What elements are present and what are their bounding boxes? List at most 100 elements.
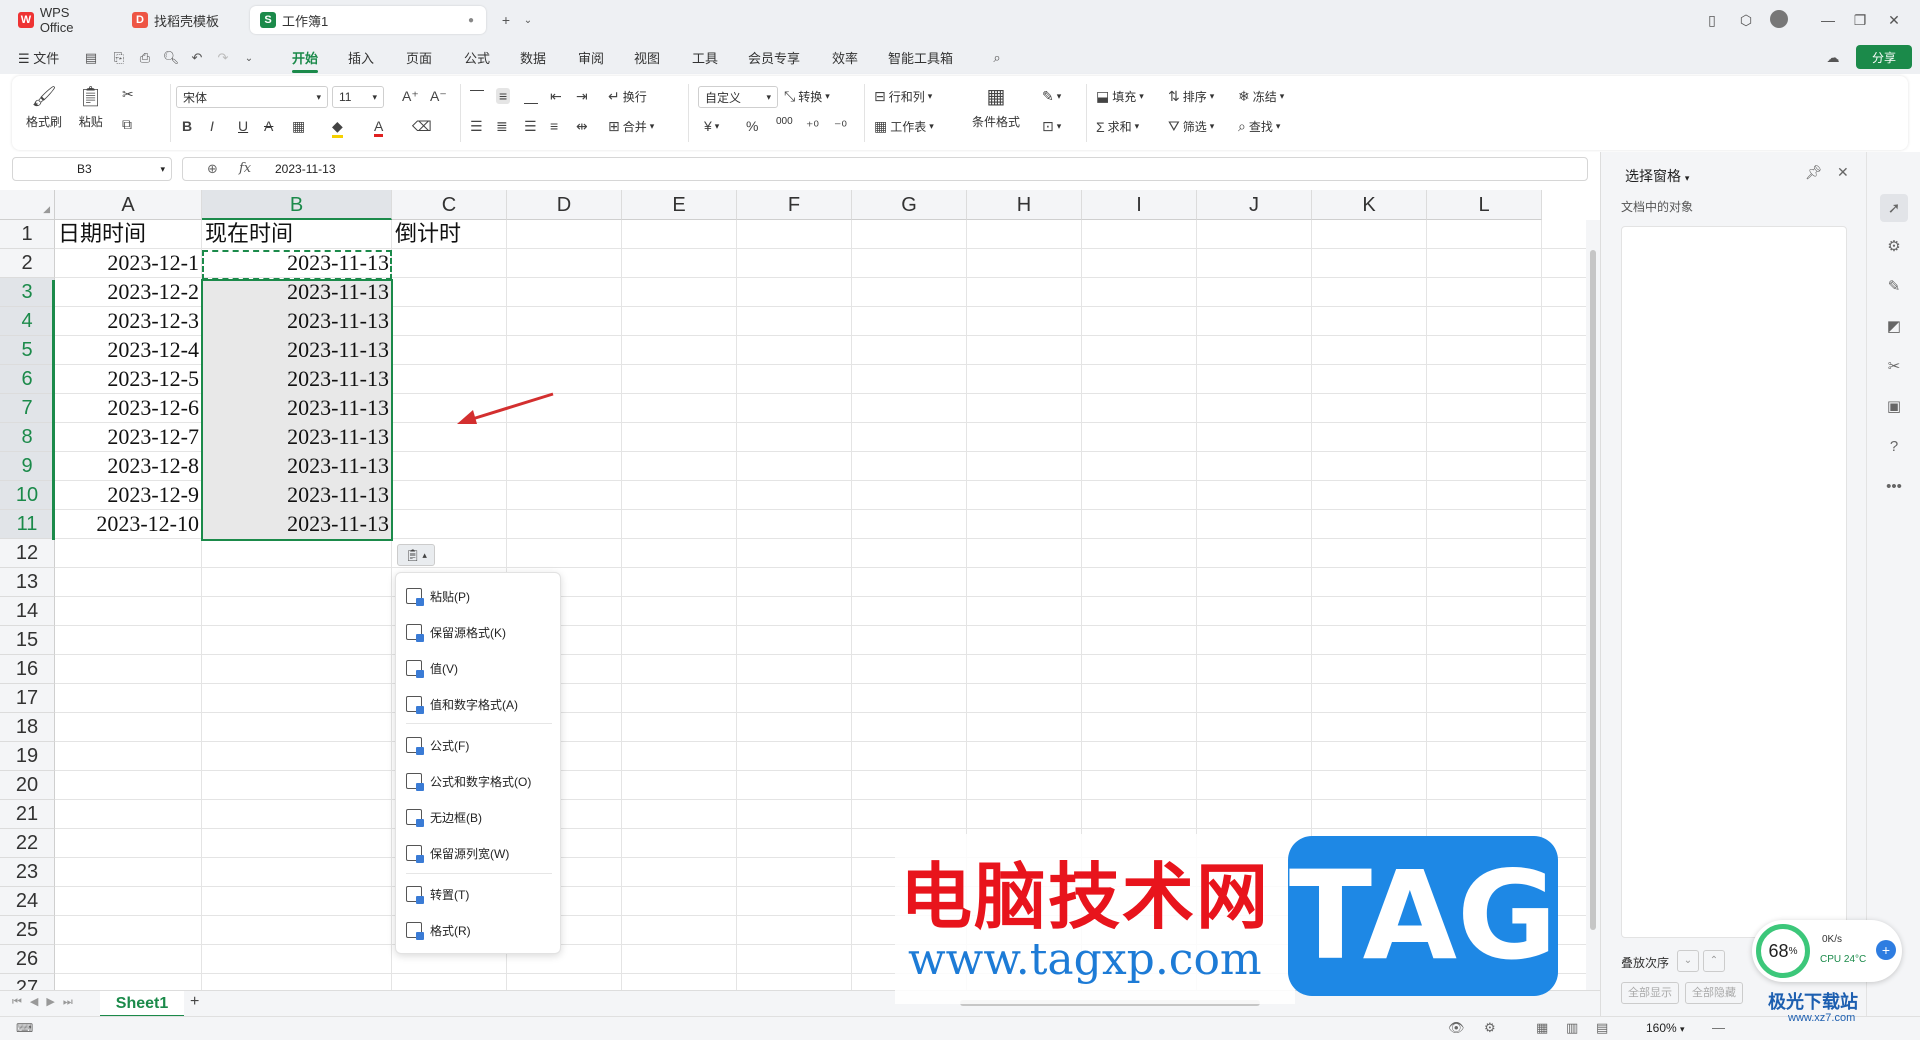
column-header-b[interactable]: B [202, 190, 392, 220]
normal-view-icon[interactable]: ▦ [1536, 1020, 1548, 1036]
menu-smart-toolbox[interactable]: 智能工具箱 [888, 48, 953, 67]
name-box[interactable]: B3 ▾ [12, 157, 172, 181]
zoom-formula-icon[interactable]: ⊕ [207, 161, 218, 177]
sheet-tab-sheet1[interactable]: Sheet1 [100, 991, 184, 1017]
menu-insert[interactable]: 插入 [348, 48, 374, 67]
tab-docer[interactable]: D 找稻壳模板 [122, 6, 246, 34]
number-format-select[interactable]: 自定义 ▾ [698, 86, 778, 108]
chevron-down-icon[interactable]: ⌄ [518, 10, 538, 30]
row-header-23[interactable]: 23 [0, 858, 55, 887]
cell-b2[interactable]: 2023-11-13 [205, 249, 389, 278]
format-painter-button[interactable]: 🖌︎ 格式刷 [26, 84, 62, 130]
align-top-icon[interactable]: ⎺ [470, 88, 484, 105]
cell-a6[interactable]: 2023-12-5 [58, 365, 199, 394]
cell-b7[interactable]: 2023-11-13 [205, 394, 389, 423]
cell-b5[interactable]: 2023-11-13 [205, 336, 389, 365]
row-header-25[interactable]: 25 [0, 916, 55, 945]
row-header-22[interactable]: 22 [0, 829, 55, 858]
row-header-20[interactable]: 20 [0, 771, 55, 800]
vertical-scrollbar[interactable] [1586, 220, 1600, 990]
settings-icon[interactable]: ⚙ [1484, 1020, 1496, 1036]
align-left-icon[interactable]: ☰ [470, 118, 483, 135]
row-header-1[interactable]: 1 [0, 220, 55, 249]
tab-wps-office[interactable]: W WPS Office [8, 5, 116, 35]
column-header-a[interactable]: A [55, 190, 202, 220]
column-header-h[interactable]: H [967, 190, 1082, 220]
cell-a9[interactable]: 2023-12-8 [58, 452, 199, 481]
row-header-13[interactable]: 13 [0, 568, 55, 597]
share-button[interactable]: 分享 [1856, 45, 1912, 69]
row-header-12[interactable]: 12 [0, 539, 55, 568]
sum-button[interactable]: Σ 求和 ▾ [1096, 118, 1139, 135]
menu-efficiency[interactable]: 效率 [832, 48, 858, 67]
cell-c1[interactable]: 倒计时 [395, 220, 504, 249]
align-right-icon[interactable]: ☰ [524, 118, 537, 135]
cell-b8[interactable]: 2023-11-13 [205, 423, 389, 452]
eye-icon[interactable]: 👁︎ [1448, 1020, 1465, 1036]
minimize-icon[interactable]: — [1818, 10, 1838, 30]
paste-item-values-number-format[interactable]: 值和数字格式(A) [406, 691, 518, 717]
conditional-format-button[interactable]: ▦ 条件格式 [972, 84, 1020, 130]
save-icon[interactable]: ▤ [82, 49, 100, 67]
page-break-icon[interactable]: ▤ [1596, 1020, 1608, 1036]
zoom-level[interactable]: 160% ▾ [1646, 1021, 1685, 1035]
rows-cols-button[interactable]: ⊟ 行和列 ▾ [874, 88, 932, 105]
cell-a8[interactable]: 2023-12-7 [58, 423, 199, 452]
cell-a4[interactable]: 2023-12-3 [58, 307, 199, 336]
filter-button[interactable]: ⛛ 筛选 ▾ [1168, 118, 1214, 135]
justify-icon[interactable]: ≡ [550, 118, 558, 134]
cell-a2[interactable]: 2023-12-1 [58, 249, 199, 278]
new-tab-icon[interactable]: + [496, 10, 516, 30]
row-header-14[interactable]: 14 [0, 597, 55, 626]
help-icon[interactable]: ? [1884, 436, 1904, 456]
cell-a10[interactable]: 2023-12-9 [58, 481, 199, 510]
move-down-icon[interactable]: ⌄ [1677, 950, 1699, 972]
align-center-icon[interactable]: ≣ [496, 118, 508, 135]
decimal-decrease-icon[interactable]: ⁻⁰ [834, 118, 847, 135]
row-header-27[interactable]: 27 [0, 974, 55, 990]
file-menu[interactable]: ☰ 文件 [18, 48, 59, 67]
book-icon[interactable]: ▣ [1884, 396, 1904, 416]
cloud-icon[interactable]: ☁ [1824, 49, 1842, 67]
undo-icon[interactable]: ↶ [188, 49, 206, 67]
row-header-15[interactable]: 15 [0, 626, 55, 655]
tab-workbook1[interactable]: S 工作簿1 ● [250, 6, 486, 34]
page-layout-icon[interactable]: ▥ [1566, 1020, 1578, 1036]
underline-icon[interactable]: U [238, 118, 248, 134]
cell-a1[interactable]: 日期时间 [58, 220, 199, 249]
column-header-l[interactable]: L [1427, 190, 1542, 220]
cell-style-icon[interactable]: ✎ ▾ [1042, 88, 1061, 105]
bold-icon[interactable]: B [182, 118, 192, 134]
formula-input[interactable]: ⊕ fx 2023-11-13 [182, 157, 1588, 181]
close-icon[interactable]: ✕ [1837, 164, 1849, 181]
paste-options-button[interactable]: 📋︎ ▴ [397, 544, 435, 566]
select-all-corner[interactable]: ◢ [0, 190, 55, 220]
font-family-select[interactable]: 宋体 ▾ [176, 86, 328, 108]
cell-b11[interactable]: 2023-11-13 [205, 510, 389, 539]
menu-tools[interactable]: 工具 [692, 48, 718, 67]
column-header-d[interactable]: D [507, 190, 622, 220]
add-sheet-icon[interactable]: + [190, 993, 199, 1011]
menu-view[interactable]: 视图 [634, 48, 660, 67]
indent-decrease-icon[interactable]: ⇤ [550, 88, 562, 105]
menu-page[interactable]: 页面 [406, 48, 432, 67]
paste-item-formulas[interactable]: 公式(F) [406, 732, 469, 758]
border-icon[interactable]: ▦ [292, 118, 305, 135]
chevron-down-icon[interactable]: ⌄ [240, 49, 258, 67]
paste-item-keep-column-width[interactable]: 保留源列宽(W) [406, 840, 509, 866]
menu-review[interactable]: 审阅 [578, 48, 604, 67]
hide-all-button[interactable]: 全部隐藏 [1685, 982, 1743, 1004]
cell-a7[interactable]: 2023-12-6 [58, 394, 199, 423]
row-header-24[interactable]: 24 [0, 887, 55, 916]
clear-icon[interactable]: ⌫ [412, 118, 432, 135]
font-color-icon[interactable]: A [374, 118, 384, 137]
paste-item-values[interactable]: 值(V) [406, 655, 458, 681]
indent-increase-icon[interactable]: ⇥ [576, 88, 588, 105]
cell-b9[interactable]: 2023-11-13 [205, 452, 389, 481]
currency-button[interactable]: ¥ ▾ [704, 118, 719, 134]
decrease-font-icon[interactable]: A⁻ [430, 88, 447, 105]
redo-icon[interactable]: ↷ [214, 49, 232, 67]
percent-button[interactable]: % [746, 118, 758, 134]
menu-member[interactable]: 会员专享 [748, 48, 800, 67]
italic-icon[interactable]: I [210, 118, 214, 134]
